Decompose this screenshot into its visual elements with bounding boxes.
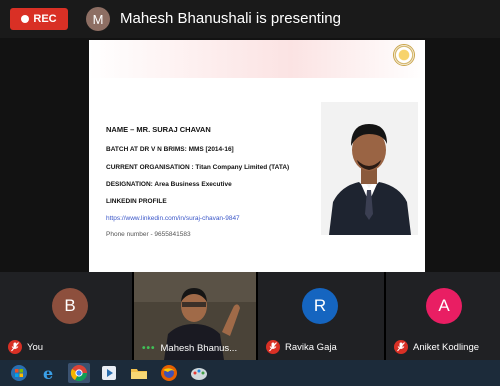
start-icon[interactable] [8, 363, 30, 383]
participant-name: Ravika Gaja [285, 341, 337, 353]
svg-text:e: e [43, 364, 53, 382]
mic-off-icon [266, 340, 280, 354]
participant-name: Aniket Kodlinge [413, 341, 480, 353]
institute-logo [393, 44, 415, 66]
participant-label: Aniket Kodlinge [394, 340, 479, 354]
presentation-slide: NAME – MR. SURAJ CHAVAN BATCH AT DR V N … [89, 40, 425, 272]
participant-video-tile[interactable]: ••• Mahesh Bhanus... [134, 272, 256, 360]
slide-name: NAME – MR. SURAJ CHAVAN [106, 125, 211, 134]
profile-photo [321, 102, 418, 235]
participant-tile[interactable]: A Aniket Kodlinge [386, 272, 500, 360]
windows-taskbar: e [0, 360, 500, 386]
person-portrait-icon [321, 102, 418, 235]
participant-tile[interactable]: R Ravika Gaja [258, 272, 384, 360]
participant-strip: B You ••• Mahesh Bhanus... R Ravika Gaja… [0, 272, 500, 360]
participant-label: You [8, 340, 43, 354]
participant-name: Mahesh Bhanus... [160, 343, 238, 354]
mic-off-icon [394, 340, 408, 354]
participant-tile[interactable]: B You [0, 272, 132, 360]
slide-designation: DESIGNATION: Area Business Executive [106, 181, 232, 188]
firefox-icon[interactable] [158, 363, 180, 383]
recording-label: REC [33, 13, 57, 25]
slide-linkedin-label: LINKEDIN PROFILE [106, 198, 167, 205]
participant-label: Ravika Gaja [266, 340, 337, 354]
speaking-indicator-icon: ••• [142, 343, 156, 354]
recording-indicator[interactable]: REC [10, 8, 68, 30]
media-player-icon[interactable] [98, 363, 120, 383]
slide-batch: BATCH AT DR V N BRIMS: MMS [2014-16] [106, 146, 234, 153]
paint-icon[interactable] [188, 363, 210, 383]
explorer-icon[interactable] [128, 363, 150, 383]
chrome-icon[interactable] [68, 363, 90, 383]
record-dot-icon [21, 15, 30, 23]
shared-screen-area: NAME – MR. SURAJ CHAVAN BATCH AT DR V N … [0, 38, 500, 272]
participant-name: You [27, 341, 44, 353]
slide-phone: Phone number - 9655841583 [106, 231, 191, 238]
presenting-status: Mahesh Bhanushali is presenting [120, 10, 341, 27]
participant-label: ••• Mahesh Bhanus... [142, 343, 237, 354]
slide-header-band [89, 40, 425, 78]
mic-off-icon [8, 340, 22, 354]
participant-avatar: R [302, 288, 338, 324]
participant-avatar: B [52, 288, 88, 324]
slide-linkedin-url: https://www.linkedin.com/in/suraj-chavan… [106, 215, 240, 222]
ie-icon[interactable]: e [38, 363, 60, 383]
presenter-avatar: M [86, 7, 110, 31]
meeting-top-bar: REC M Mahesh Bhanushali is presenting [0, 0, 500, 38]
participant-avatar: A [426, 288, 462, 324]
slide-organisation: CURRENT ORGANISATION : Titan Company Lim… [106, 164, 290, 171]
